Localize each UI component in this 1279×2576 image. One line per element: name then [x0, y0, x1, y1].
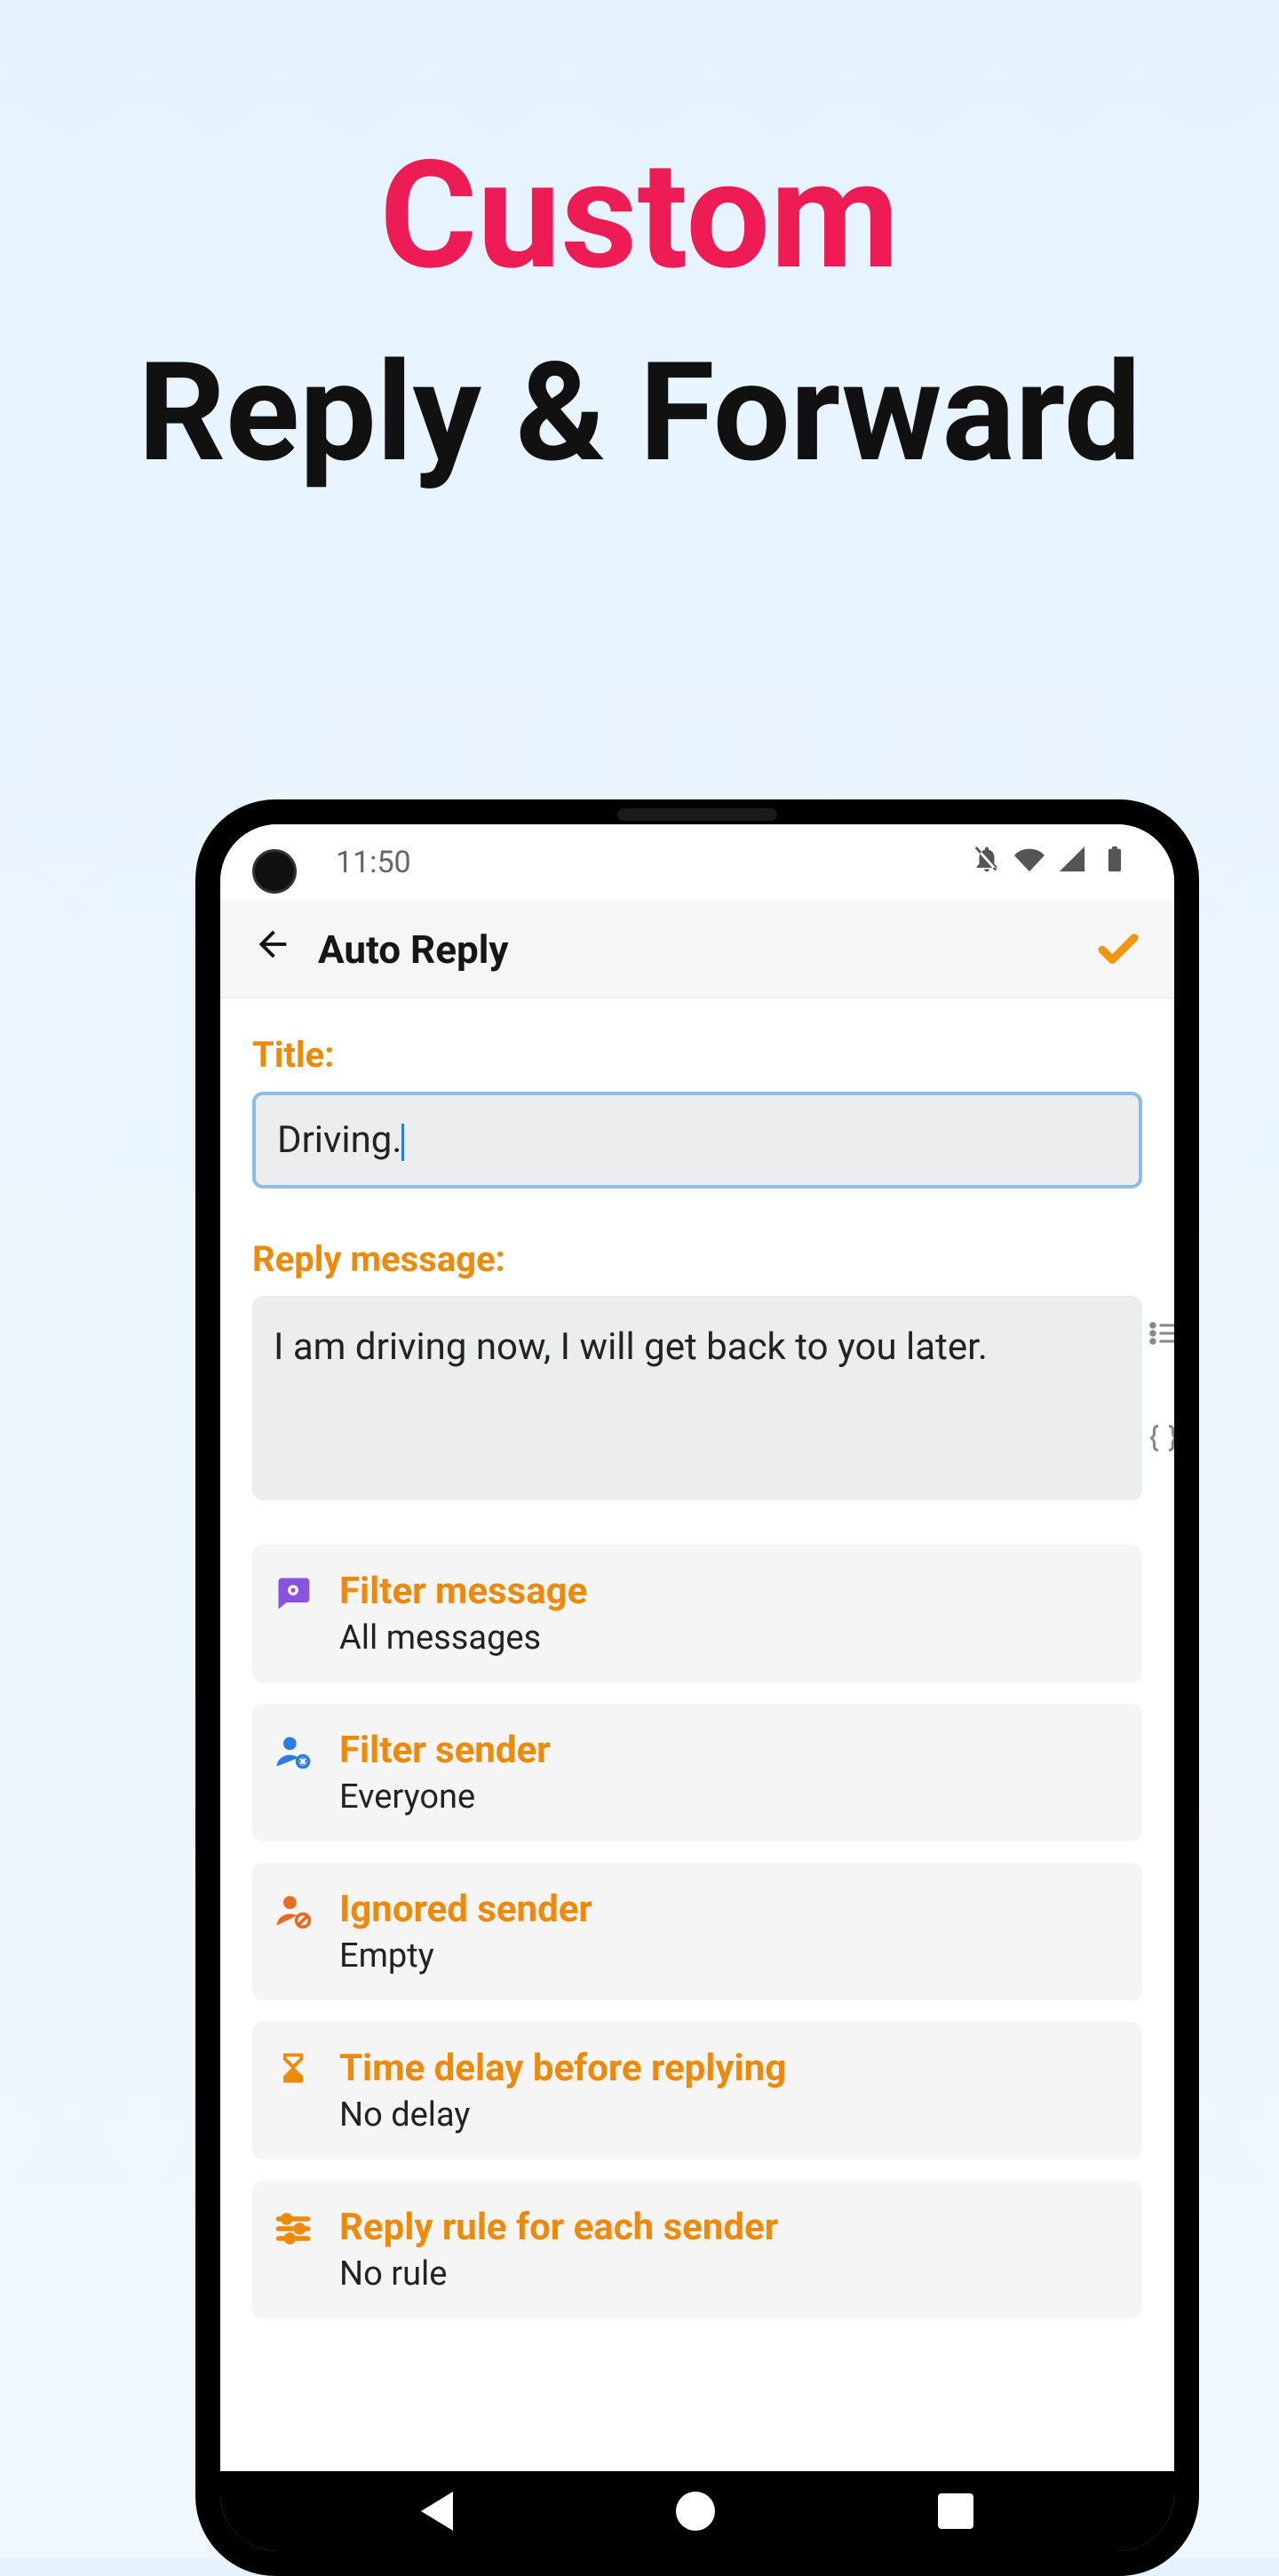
option-sub: Everyone: [339, 1777, 551, 1817]
reply-textarea[interactable]: I am driving now, I will get back to you…: [252, 1296, 1142, 1500]
title-input[interactable]: Driving.: [252, 1092, 1142, 1189]
text-cursor: [401, 1124, 404, 1161]
app-bar: Auto Reply: [220, 901, 1174, 998]
option-sub: All messages: [339, 1618, 587, 1658]
filter-sender-icon: [274, 1732, 313, 1771]
option-filter-sender[interactable]: Filter sender Everyone: [252, 1704, 1142, 1841]
list-format-icon[interactable]: [1148, 1317, 1174, 1353]
option-reply-rule[interactable]: Reply rule for each sender No rule: [252, 2181, 1142, 2318]
option-filter-message[interactable]: Filter message All messages: [252, 1545, 1142, 1682]
hero-word-custom: Custom: [0, 142, 1279, 291]
notification-off-icon: [972, 844, 1002, 882]
option-title: Filter sender: [339, 1729, 551, 1772]
earpiece: [617, 808, 777, 821]
reply-label: Reply message:: [252, 1238, 1142, 1280]
wifi-icon: [1014, 844, 1045, 882]
option-sub: No rule: [339, 2254, 778, 2294]
status-time: 11:50: [336, 845, 411, 880]
nav-home-icon[interactable]: [676, 2492, 715, 2531]
battery-icon: [1100, 844, 1130, 882]
phone-frame: 11:50 Auto Reply: [195, 799, 1199, 2576]
reply-value: I am driving now, I will get back to you…: [274, 1325, 988, 1369]
option-sub: Empty: [339, 1936, 592, 1976]
ignored-sender-icon: [274, 1891, 313, 1930]
option-title: Time delay before replying: [339, 2047, 786, 2090]
form-content: Title: Driving. Reply message: I am driv…: [220, 998, 1174, 2471]
title-label: Title:: [252, 1034, 1142, 1076]
status-bar: 11:50: [220, 824, 1174, 901]
option-title: Ignored sender: [339, 1888, 592, 1931]
hero-word-reply-forward: Reply & Forward: [0, 345, 1279, 481]
back-button[interactable]: [252, 924, 293, 975]
hourglass-icon: [274, 2050, 313, 2089]
nav-recent-icon[interactable]: [938, 2493, 973, 2529]
front-camera: [252, 849, 297, 894]
android-nav-bar: [220, 2471, 1174, 2551]
hero-headline: Custom Reply & Forward: [0, 0, 1279, 481]
screen-title: Auto Reply: [318, 926, 1094, 973]
braces-icon[interactable]: [1148, 1422, 1174, 1458]
option-ignored-sender[interactable]: Ignored sender Empty: [252, 1863, 1142, 2000]
signal-icon: [1057, 844, 1087, 882]
confirm-button[interactable]: [1094, 924, 1142, 975]
option-time-delay[interactable]: Time delay before replying No delay: [252, 2022, 1142, 2159]
option-title: Filter message: [339, 1570, 587, 1613]
option-title: Reply rule for each sender: [339, 2206, 778, 2249]
nav-back-icon[interactable]: [421, 2492, 453, 2531]
option-sub: No delay: [339, 2095, 786, 2135]
filter-message-icon: [274, 1573, 313, 1612]
title-value: Driving.: [277, 1118, 401, 1162]
sliders-icon: [274, 2209, 313, 2248]
